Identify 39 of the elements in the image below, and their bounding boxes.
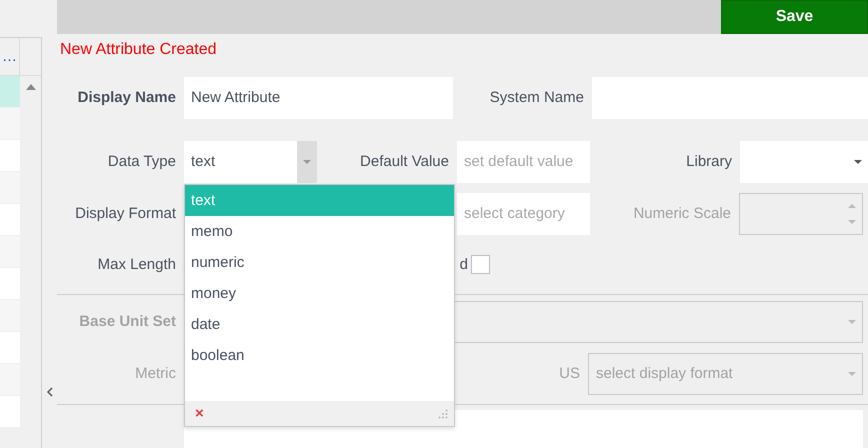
field-label: d <box>458 256 468 274</box>
default-value-field[interactable]: set default value <box>457 140 590 183</box>
field-label: Library <box>685 153 733 170</box>
caret-down-icon <box>848 372 856 376</box>
list-row[interactable] <box>0 76 20 108</box>
display-name-field[interactable]: New Attribute <box>184 76 453 119</box>
scroll-up-icon[interactable] <box>26 84 36 90</box>
data-type-select[interactable]: text <box>184 140 317 183</box>
library-select[interactable] <box>740 140 868 183</box>
field-label: Base Unit Set <box>78 313 177 330</box>
column-header[interactable]: … <box>0 38 20 75</box>
save-button[interactable]: Save <box>721 0 868 34</box>
field-label: Metric <box>134 365 177 382</box>
field-label: System Name <box>488 89 585 106</box>
caret-down-icon <box>854 160 862 164</box>
caret-down-icon <box>848 220 856 224</box>
list-row[interactable] <box>0 108 20 140</box>
field-label: Default Value <box>359 153 450 170</box>
field-label: Display Name <box>76 89 177 106</box>
field-label: Max Length <box>96 256 177 274</box>
clear-button[interactable]: × <box>195 405 204 422</box>
field-label: US <box>558 365 581 382</box>
dropdown-option[interactable]: numeric <box>185 247 454 278</box>
field-label: Display Format <box>74 205 177 222</box>
dropdown-option[interactable]: memo <box>185 216 454 247</box>
dropdown-option[interactable]: boolean <box>185 340 454 371</box>
numeric-scale-spinner[interactable] <box>739 192 863 235</box>
checkbox[interactable] <box>471 255 490 274</box>
category-field[interactable]: select category <box>457 192 590 235</box>
chevron-left-icon[interactable] <box>46 387 52 397</box>
caret-down-icon <box>848 320 856 324</box>
resize-grip-icon[interactable] <box>438 408 448 418</box>
dropdown-option[interactable]: date <box>185 309 454 340</box>
field-label: Numeric Scale <box>632 205 732 222</box>
dropdown-option[interactable]: money <box>185 278 454 309</box>
caret-down-icon <box>303 160 311 164</box>
field-label: Data Type <box>106 153 177 170</box>
caret-up-icon <box>848 204 856 208</box>
status-message: New Attribute Created <box>59 40 218 60</box>
